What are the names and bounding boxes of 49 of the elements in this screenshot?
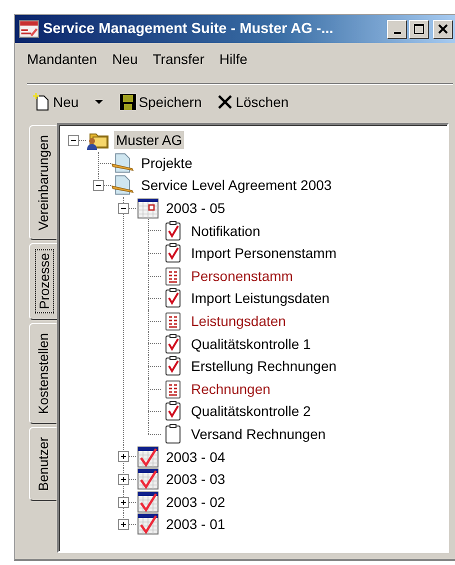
collapse-toggle[interactable] bbox=[93, 180, 104, 192]
tree-item[interactable]: Qualitätskontrolle 2 bbox=[189, 402, 313, 420]
expand-toggle[interactable] bbox=[118, 519, 129, 530]
collapse-toggle[interactable] bbox=[118, 202, 129, 214]
side-tab[interactable]: Kostenstellen bbox=[29, 322, 57, 424]
menu-item[interactable]: Transfer bbox=[152, 51, 204, 67]
tree-item[interactable]: Erstellung Rechnungen bbox=[189, 357, 339, 376]
tree-item[interactable]: Versand Rechnungen bbox=[189, 425, 328, 444]
close-icon bbox=[437, 24, 449, 34]
tree-item[interactable]: Personenstamm bbox=[189, 266, 295, 285]
tree-item[interactable]: Import Leistungsdaten bbox=[189, 289, 332, 308]
tree-item[interactable]: 2003 - 01 bbox=[164, 515, 228, 534]
tree-item[interactable]: 2003 - 03 bbox=[164, 470, 228, 488]
maximize-button[interactable] bbox=[409, 20, 429, 38]
tree-item[interactable]: 2003 - 05 bbox=[164, 199, 228, 218]
menu-item[interactable]: Mandanten bbox=[27, 51, 98, 67]
menu-item[interactable]: Hilfe bbox=[219, 51, 248, 67]
tree-item[interactable]: 2003 - 02 bbox=[164, 492, 228, 511]
document-icon bbox=[111, 152, 135, 174]
tree-item[interactable]: Muster AG bbox=[114, 131, 184, 150]
delete-button[interactable]: Löschen bbox=[212, 91, 293, 113]
app-icon bbox=[19, 20, 39, 38]
minimize-icon bbox=[394, 32, 400, 34]
tree-item[interactable]: Import Personenstamm bbox=[189, 244, 338, 262]
window-title: Service Management Suite - Muster AG -... bbox=[43, 21, 334, 37]
close-button[interactable] bbox=[433, 20, 453, 38]
document-icon bbox=[111, 174, 135, 196]
tree-item[interactable]: Leistungsdaten bbox=[189, 312, 288, 330]
expand-toggle[interactable] bbox=[118, 474, 129, 485]
tree-item[interactable]: Notifikation bbox=[189, 222, 262, 240]
side-tab[interactable]: Benutzer bbox=[29, 426, 57, 501]
collapse-toggle[interactable] bbox=[68, 135, 79, 146]
tree-item[interactable]: Projekte bbox=[139, 154, 194, 172]
minimize-button[interactable] bbox=[387, 20, 407, 38]
tree-item[interactable]: 2003 - 04 bbox=[164, 448, 228, 466]
expand-toggle[interactable] bbox=[118, 451, 129, 462]
side-tab[interactable]: Vereinbarungen bbox=[29, 125, 57, 240]
tree-item[interactable]: Rechnungen bbox=[189, 380, 272, 398]
maximize-icon bbox=[413, 24, 425, 34]
new-button[interactable]: Neu bbox=[29, 91, 83, 113]
caret-icon bbox=[94, 100, 103, 104]
expand-toggle[interactable] bbox=[118, 496, 129, 508]
side-tab[interactable]: Prozesse bbox=[29, 243, 59, 320]
tree-item[interactable]: Service Level Agreement 2003 bbox=[139, 176, 334, 194]
save-button[interactable]: Speichern bbox=[114, 91, 206, 113]
new-document-icon bbox=[33, 93, 51, 111]
menu-item[interactable]: Neu bbox=[112, 51, 138, 67]
x-icon bbox=[216, 93, 234, 111]
tree-item[interactable]: Qualitätskontrolle 1 bbox=[189, 334, 313, 353]
